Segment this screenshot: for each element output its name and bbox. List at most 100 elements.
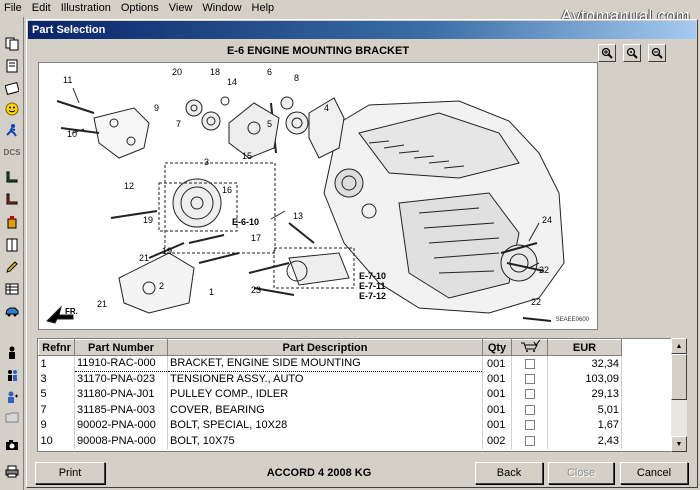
ref-e-7-11[interactable]: E-7-11	[359, 281, 386, 291]
order-checkbox[interactable]	[524, 389, 535, 400]
callout-23[interactable]: 23	[251, 285, 261, 295]
cell-description: PULLEY COMP., IDLER	[167, 386, 483, 402]
callout-18[interactable]: 18	[210, 67, 220, 77]
callout-21a[interactable]: 21	[139, 253, 149, 263]
parts-illustration[interactable]: 11 10 20 18 9 7 14 6 8 5 3 15 12 16 19 1…	[38, 62, 598, 330]
car-icon[interactable]	[3, 302, 21, 320]
printer-icon[interactable]	[3, 462, 21, 480]
table-row[interactable]: 3 31170-PNA-023 TENSIONER ASSY., AUTO 001 10…	[38, 371, 622, 387]
notes-icon[interactable]	[3, 79, 21, 97]
ref-e-6-10[interactable]: E-6-10	[232, 217, 259, 227]
menu-illustration[interactable]: Illustration	[57, 0, 117, 17]
menu-edit[interactable]: Edit	[28, 0, 57, 17]
scroll-up-button[interactable]: ▲	[671, 338, 687, 354]
copy-icon[interactable]	[3, 35, 21, 53]
callout-12[interactable]: 12	[124, 181, 134, 191]
col-part-number[interactable]: Part Number	[74, 339, 168, 356]
cell-eur: 2,43	[547, 433, 622, 449]
callout-9[interactable]: 9	[154, 103, 159, 113]
order-checkbox[interactable]	[524, 435, 535, 446]
callout-13[interactable]: 13	[293, 211, 303, 221]
callout-17[interactable]: 17	[251, 233, 261, 243]
zoom-in-button[interactable]	[598, 44, 616, 62]
dcs-icon[interactable]: DCS	[3, 144, 21, 162]
menu-file[interactable]: File	[0, 0, 28, 17]
callout-19b[interactable]: 19	[162, 246, 172, 256]
cell-refnr: 7	[38, 402, 75, 418]
table-row[interactable]: 1 11910-RAC-000 BRACKET, ENGINE SIDE MOUNT…	[38, 355, 622, 372]
camera-icon[interactable]	[3, 436, 21, 454]
callout-22a[interactable]: 22	[539, 265, 549, 275]
callout-4[interactable]: 4	[324, 103, 329, 113]
col-eur[interactable]: EUR	[547, 339, 622, 356]
callout-10[interactable]: 10	[67, 129, 77, 139]
table-row[interactable]: 7 31185-PNA-003 COVER, BEARING 001 5,01	[38, 402, 622, 418]
callout-22b[interactable]: 22	[531, 297, 541, 307]
callout-16[interactable]: 16	[222, 185, 232, 195]
cell-qty: 002	[482, 433, 512, 449]
table-scrollbar[interactable]: ▲ ▼	[671, 338, 687, 452]
window-title: Part Selection	[28, 21, 696, 39]
order-checkbox[interactable]	[524, 420, 535, 431]
boot-icon[interactable]	[3, 168, 21, 186]
cell-part-number: 90008-PNA-000	[74, 433, 168, 449]
smiley-icon[interactable]	[3, 100, 21, 118]
ref-e-7-12[interactable]: E-7-12	[359, 291, 386, 301]
menu-view[interactable]: View	[165, 0, 199, 17]
document-icon[interactable]	[3, 57, 21, 75]
callout-11[interactable]: 11	[63, 75, 72, 85]
person-add-icon[interactable]	[3, 388, 21, 406]
callout-5[interactable]: 5	[267, 119, 272, 129]
grid-icon[interactable]	[3, 280, 21, 298]
order-checkbox[interactable]	[524, 373, 535, 384]
callout-6[interactable]: 6	[267, 67, 272, 77]
table-row[interactable]: 9 90002-PNA-000 BOLT, SPECIAL, 10X28 001 1,6…	[38, 417, 622, 433]
callout-15[interactable]: 15	[242, 151, 252, 161]
cell-eur: 103,09	[547, 371, 622, 387]
cell-qty: 001	[482, 402, 512, 418]
callout-20[interactable]: 20	[172, 67, 182, 77]
menu-window[interactable]: Window	[198, 0, 247, 17]
table-row[interactable]: 5 31180-PNA-J01 PULLEY COMP., IDLER 001 29,1…	[38, 386, 622, 402]
zoom-out-button[interactable]	[648, 44, 666, 62]
cell-order	[511, 355, 548, 371]
book-icon[interactable]	[3, 236, 21, 254]
order-checkbox[interactable]	[524, 358, 535, 369]
bottle-icon[interactable]	[3, 213, 21, 231]
callout-24[interactable]: 24	[542, 215, 552, 225]
ref-e-7-10[interactable]: E-7-10	[359, 271, 386, 281]
callout-1[interactable]: 1	[209, 287, 214, 297]
callout-21b[interactable]: 21	[97, 299, 107, 309]
col-order[interactable]	[511, 339, 548, 356]
cell-refnr: 9	[38, 417, 75, 433]
callout-8[interactable]: 8	[294, 73, 299, 83]
menu-help[interactable]: Help	[248, 0, 281, 17]
cancel-button[interactable]: Cancel	[620, 462, 688, 484]
print-button[interactable]: Print	[35, 462, 105, 484]
cell-eur: 5,01	[547, 402, 622, 418]
zoom-actual-button[interactable]	[623, 44, 641, 62]
col-part-description[interactable]: Part Description	[167, 339, 483, 356]
callout-7[interactable]: 7	[176, 119, 181, 129]
cart-check-icon	[520, 339, 540, 352]
callout-19a[interactable]: 19	[143, 215, 153, 225]
callout-14[interactable]: 14	[227, 77, 237, 87]
col-refnr[interactable]: Refnr	[38, 339, 75, 356]
table-row[interactable]: 10 90008-PNA-000 BOLT, 10X75 002 2,43	[38, 433, 622, 449]
runner-icon[interactable]	[3, 121, 21, 139]
col-qty[interactable]: Qty	[482, 339, 512, 356]
close-button[interactable]: Close	[548, 462, 614, 484]
folder-icon[interactable]	[3, 408, 21, 426]
boot-red-icon[interactable]	[3, 190, 21, 208]
scroll-thumb[interactable]	[671, 354, 687, 400]
order-checkbox[interactable]	[524, 404, 535, 415]
callout-3[interactable]: 3	[204, 157, 209, 167]
callout-2[interactable]: 2	[159, 281, 164, 291]
pencil-icon[interactable]	[3, 258, 21, 276]
cell-description: BRACKET, ENGINE SIDE MOUNTING	[167, 355, 483, 372]
scroll-down-button[interactable]: ▼	[671, 436, 687, 452]
person-group-icon[interactable]	[3, 366, 21, 384]
person-icon[interactable]	[3, 344, 21, 362]
menu-options[interactable]: Options	[117, 0, 165, 17]
back-button[interactable]: Back	[475, 462, 543, 484]
